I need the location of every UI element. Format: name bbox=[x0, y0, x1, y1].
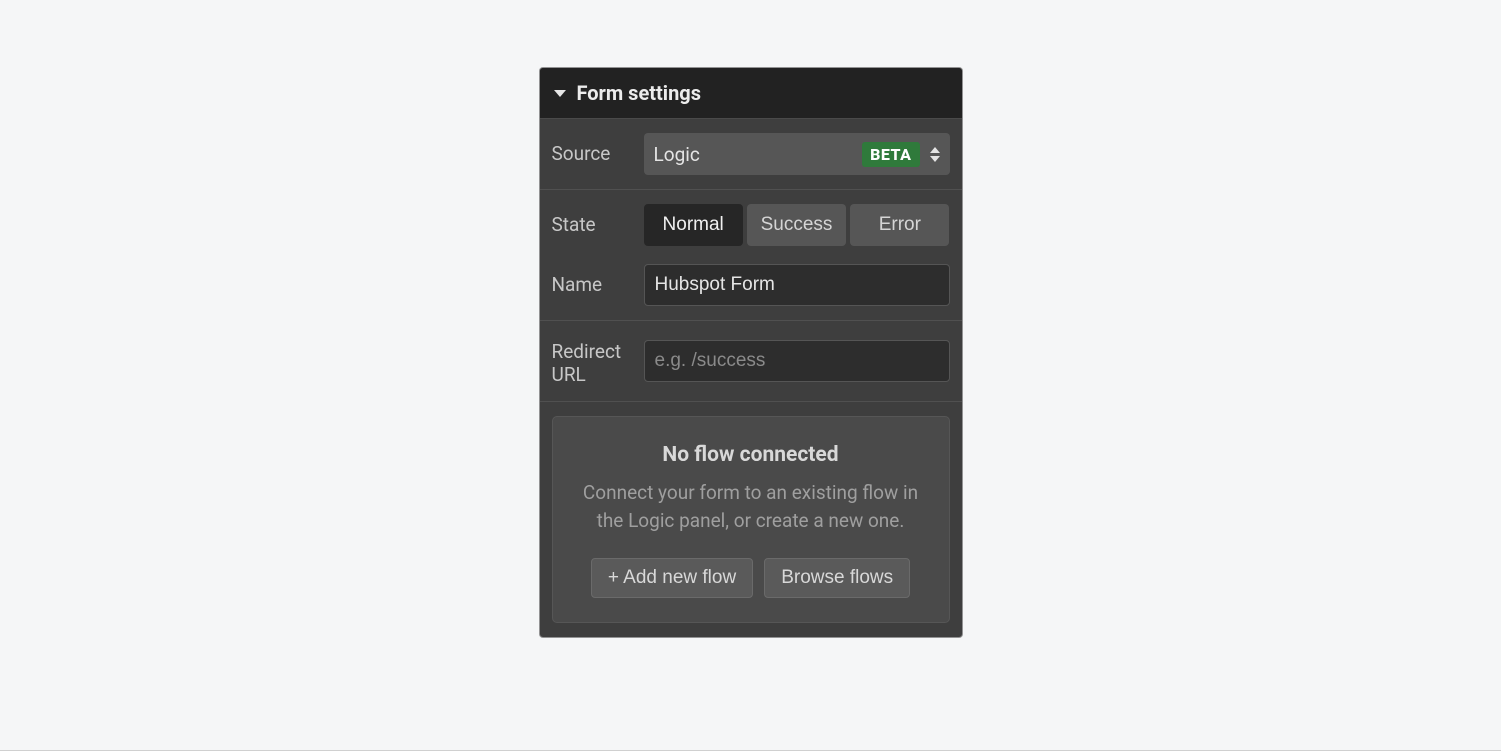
redirect-label: Redirect URL bbox=[552, 335, 636, 387]
flow-card-description: Connect your form to an existing flow in… bbox=[575, 479, 927, 536]
flow-card: No flow connected Connect your form to a… bbox=[552, 416, 950, 623]
caret-down-icon bbox=[554, 90, 566, 97]
state-name-section: State Normal Success Error Name bbox=[540, 190, 962, 321]
panel-header[interactable]: Form settings bbox=[540, 68, 962, 119]
beta-badge: BETA bbox=[862, 142, 919, 167]
name-row: Name bbox=[552, 264, 950, 306]
flow-actions: + Add new flow Browse flows bbox=[575, 558, 927, 598]
name-input[interactable] bbox=[644, 264, 950, 306]
source-value: Logic bbox=[654, 143, 863, 166]
state-row: State Normal Success Error bbox=[552, 204, 950, 246]
redirect-row: Redirect URL bbox=[552, 335, 950, 387]
redirect-url-input[interactable] bbox=[644, 340, 950, 382]
select-arrows-icon bbox=[930, 147, 940, 162]
name-label: Name bbox=[552, 274, 636, 297]
state-label: State bbox=[552, 214, 636, 237]
source-label: Source bbox=[552, 143, 636, 166]
source-select[interactable]: Logic BETA bbox=[644, 133, 950, 175]
add-new-flow-button[interactable]: + Add new flow bbox=[591, 558, 753, 598]
browse-flows-button[interactable]: Browse flows bbox=[764, 558, 910, 598]
state-option-error[interactable]: Error bbox=[850, 204, 949, 246]
state-option-normal[interactable]: Normal bbox=[644, 204, 743, 246]
form-settings-panel: Form settings Source Logic BETA State No… bbox=[540, 68, 962, 637]
source-section: Source Logic BETA bbox=[540, 119, 962, 190]
source-row: Source Logic BETA bbox=[552, 133, 950, 175]
state-option-success[interactable]: Success bbox=[747, 204, 846, 246]
panel-title: Form settings bbox=[577, 81, 702, 105]
flow-card-title: No flow connected bbox=[575, 443, 927, 467]
redirect-section: Redirect URL bbox=[540, 321, 962, 402]
state-segmented-control: Normal Success Error bbox=[644, 204, 950, 246]
